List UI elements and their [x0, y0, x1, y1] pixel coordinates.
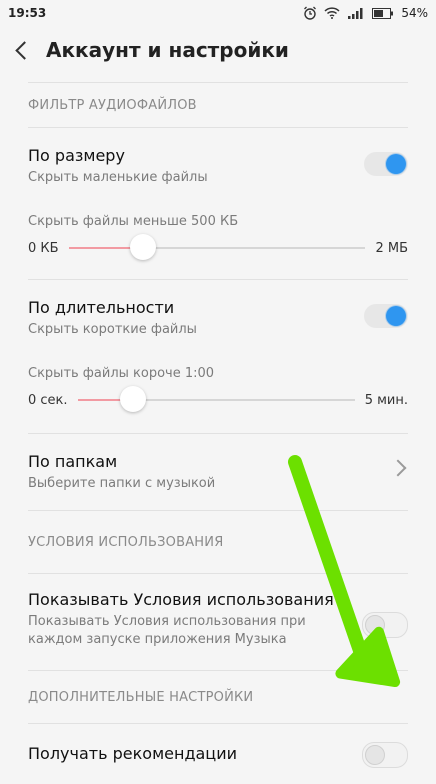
page-title: Аккаунт и настройки: [46, 38, 289, 62]
terms-subtitle: Показывать Условия использования при каж…: [28, 614, 306, 647]
size-slider-thumb[interactable]: [129, 234, 156, 260]
battery-percent: 54%: [401, 6, 428, 20]
wifi-icon: [324, 7, 340, 19]
recommendations-row[interactable]: Получать рекомендации: [0, 724, 436, 784]
section-header-filter: ФИЛЬТР АУДИОФАЙЛОВ: [28, 97, 197, 113]
battery-icon: [372, 7, 394, 19]
duration-slider-label: Скрыть файлы короче 1:00: [28, 366, 215, 381]
app-bar: Аккаунт и настройки: [0, 26, 436, 74]
status-time: 19:53: [8, 6, 47, 20]
size-filter-row[interactable]: По размеру Скрыть маленькие файлы: [0, 128, 436, 206]
signal-icon: [348, 8, 363, 19]
folders-row[interactable]: По папкам Выберите папки с музыкой: [0, 434, 436, 510]
terms-toggle[interactable]: [362, 612, 408, 638]
folders-title: По папкам: [28, 452, 118, 471]
status-bar: 19:53 54%: [0, 0, 436, 26]
toggle-knob: [386, 306, 406, 326]
size-filter-title: По размеру: [28, 146, 125, 165]
chevron-right-icon: [392, 462, 404, 474]
duration-slider-min: 0 сек.: [28, 392, 68, 408]
duration-slider-max: 5 мин.: [364, 392, 408, 408]
size-slider-max: 2 МБ: [375, 240, 408, 256]
size-slider-min: 0 КБ: [28, 240, 59, 256]
toggle-knob: [365, 615, 385, 635]
duration-filter-toggle[interactable]: [364, 304, 408, 328]
duration-slider-thumb[interactable]: [119, 386, 146, 412]
status-icons: 54%: [303, 6, 428, 20]
terms-title: Показывать Условия использования: [28, 590, 334, 609]
terms-row[interactable]: Показывать Условия использования Показыв…: [0, 574, 436, 670]
size-slider-row: 0 КБ 2 МБ: [0, 229, 436, 267]
toggle-knob: [386, 154, 406, 174]
folders-subtitle: Выберите папки с музыкой: [28, 476, 216, 491]
size-slider-track[interactable]: [68, 234, 366, 260]
duration-filter-title: По длительности: [28, 298, 175, 317]
duration-slider-row: 0 сек. 5 мин.: [0, 381, 436, 419]
section-header-extra: ДОПОЛНИТЕЛЬНЫЕ НАСТРОЙКИ: [28, 689, 254, 705]
duration-filter-row[interactable]: По длительности Скрыть короткие файлы: [0, 280, 436, 358]
back-arrow-icon[interactable]: [12, 40, 32, 60]
recommendations-title: Получать рекомендации: [28, 744, 237, 763]
duration-slider-track[interactable]: [77, 386, 355, 412]
duration-filter-subtitle: Скрыть короткие файлы: [28, 322, 197, 337]
alarm-icon: [304, 6, 317, 20]
section-header-terms: УСЛОВИЯ ИСПОЛЬЗОВАНИЯ: [28, 534, 224, 550]
size-filter-toggle[interactable]: [364, 152, 408, 176]
size-slider-label: Скрыть файлы меньше 500 КБ: [28, 214, 239, 229]
size-filter-subtitle: Скрыть маленькие файлы: [28, 170, 208, 185]
toggle-knob: [365, 745, 385, 765]
recommendations-toggle[interactable]: [362, 742, 408, 768]
